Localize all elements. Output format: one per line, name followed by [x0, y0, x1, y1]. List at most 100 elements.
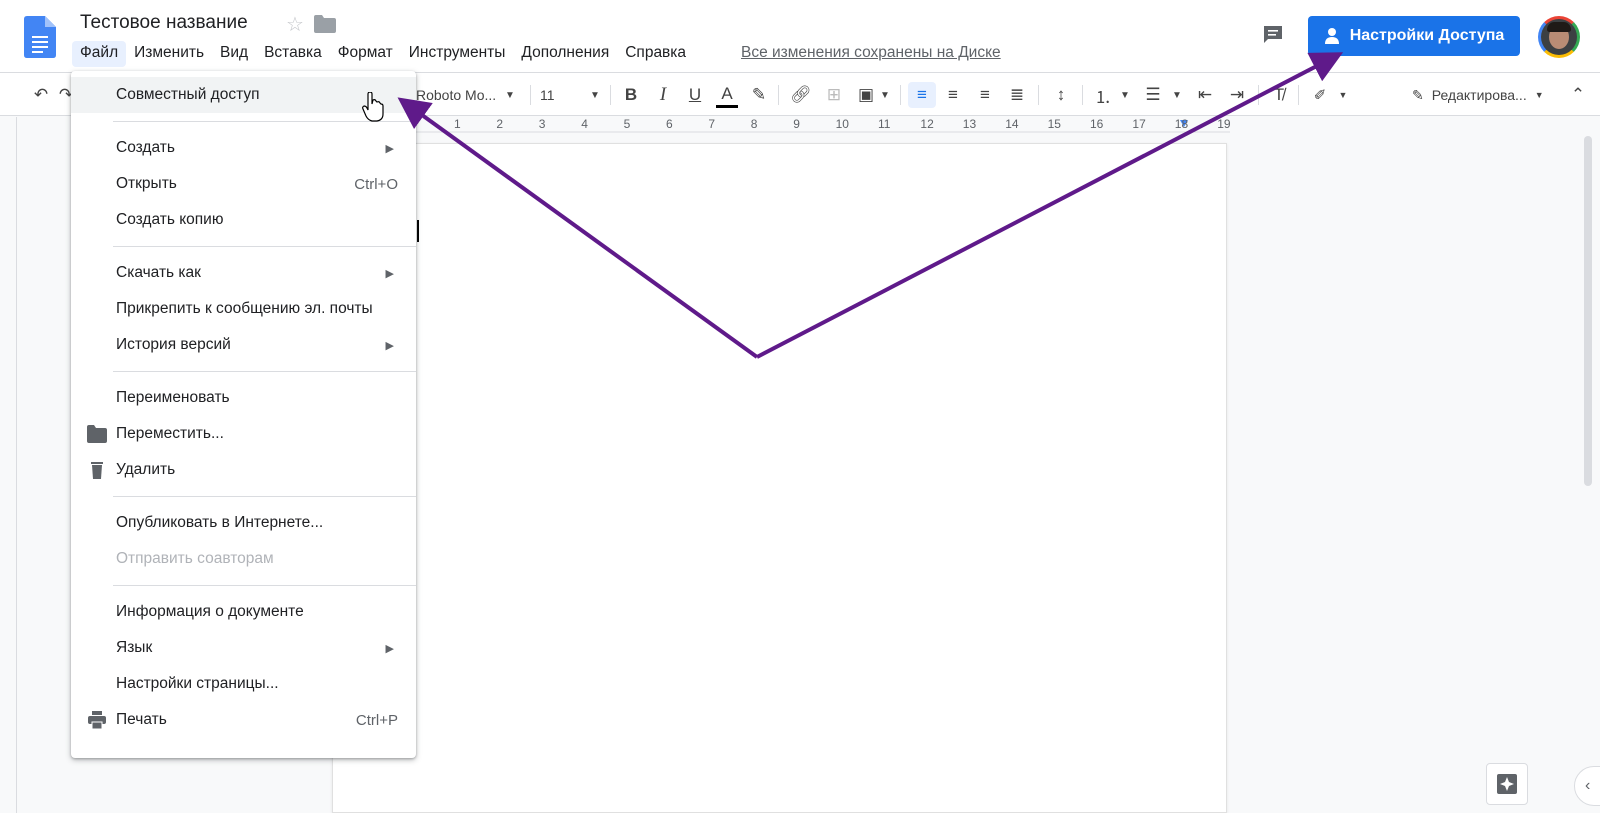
menu-insert[interactable]: Вставка	[256, 41, 330, 67]
menu-item-move[interactable]: Переместить...	[71, 416, 416, 452]
ruler-mark: 1	[454, 117, 461, 131]
line-spacing-icon[interactable]: ↕	[1048, 82, 1074, 108]
vertical-scrollbar[interactable]	[1584, 136, 1592, 486]
menu-item-label: Создать	[116, 139, 175, 156]
bulleted-list-icon[interactable]: ☰	[1140, 82, 1166, 108]
align-center-icon[interactable]: ≡	[940, 82, 966, 108]
insert-image-icon[interactable]: ▣	[854, 82, 878, 108]
numbered-list-icon[interactable]: ⒈	[1090, 82, 1116, 108]
ruler-mark: 17	[1132, 117, 1146, 131]
highlight-pen-icon[interactable]: ✎	[748, 82, 770, 108]
increase-indent-icon[interactable]: ⇥	[1224, 82, 1250, 108]
share-button[interactable]: Настройки Доступа	[1308, 16, 1520, 56]
toolbar-divider	[530, 85, 531, 105]
italic-icon[interactable]: I	[652, 82, 674, 108]
menu-item-create[interactable]: Создать ▶	[71, 130, 416, 166]
menu-divider	[113, 246, 416, 247]
image-chevron-down-icon[interactable]: ▼	[878, 82, 892, 108]
shortcut-hint: Ctrl+P	[355, 711, 398, 729]
star-icon[interactable]: ☆	[286, 12, 304, 37]
menu-item-email-attach[interactable]: Прикрепить к сообщению эл. почты	[71, 291, 416, 327]
font-size-select[interactable]: 11	[540, 82, 570, 108]
pen-icon[interactable]: ✐	[1308, 82, 1332, 108]
menu-item-label: Отправить соавторам	[116, 550, 274, 567]
pen-chevron-down-icon[interactable]: ▼	[1336, 82, 1350, 108]
menu-item-label: Информация о документе	[116, 603, 304, 620]
side-panel-toggle-chevron-icon[interactable]: ‹	[1574, 766, 1600, 806]
text-color-icon[interactable]: A	[716, 82, 738, 108]
font-family-select[interactable]: Roboto Mo...	[416, 82, 512, 108]
menu-item-print[interactable]: Печать Ctrl+P	[71, 702, 416, 738]
ruler-mark: 14	[1005, 117, 1019, 131]
toolbar-divider	[1298, 85, 1299, 105]
bulleted-list-chevron-down-icon[interactable]: ▼	[1170, 82, 1184, 108]
size-chevron-down-icon[interactable]: ▼	[588, 82, 602, 108]
editing-pencil-icon: ✎	[1412, 86, 1424, 103]
menu-view[interactable]: Вид	[212, 41, 256, 67]
align-left-icon[interactable]: ≡	[908, 82, 936, 108]
clear-formatting-icon[interactable]: T̸	[1266, 82, 1292, 108]
menu-item-version-history[interactable]: История версий ▶	[71, 327, 416, 363]
menu-addons[interactable]: Дополнения	[513, 41, 617, 67]
menu-item-label: Скачать как	[116, 264, 201, 281]
saved-status-link[interactable]: Все изменения сохранены на Диске	[741, 44, 1001, 62]
folder-icon[interactable]	[314, 15, 336, 33]
menu-item-label: Открыть	[116, 175, 177, 192]
menu-item-label: Создать копию	[116, 211, 224, 228]
menu-item-open[interactable]: Открыть Ctrl+O	[71, 166, 416, 202]
collapse-menus-chevron-up-icon[interactable]: ⌃	[1566, 82, 1590, 108]
shortcut-hint: Ctrl+O	[354, 175, 398, 193]
menu-item-publish[interactable]: Опубликовать в Интернете...	[71, 505, 416, 541]
share-button-label: Настройки Доступа	[1349, 27, 1505, 44]
menu-item-download[interactable]: Скачать как ▶	[71, 255, 416, 291]
menu-item-label: История версий	[116, 336, 231, 353]
decrease-indent-icon[interactable]: ⇤	[1192, 82, 1218, 108]
menu-item-label: Опубликовать в Интернете...	[116, 514, 324, 531]
text-cursor	[417, 220, 419, 242]
align-justify-icon[interactable]: ≣	[1004, 82, 1030, 108]
menu-item-rename[interactable]: Переименовать	[71, 380, 416, 416]
toolbar-divider	[1038, 85, 1039, 105]
toolbar-divider	[1258, 85, 1259, 105]
ruler-mark: 9	[793, 117, 800, 131]
editing-mode-select[interactable]: ✎ Редактирова... ▼	[1412, 82, 1544, 108]
document-page[interactable]	[332, 143, 1227, 813]
ruler-mark: 15	[1047, 117, 1061, 131]
menu-item-label: Удалить	[116, 461, 176, 478]
explore-button[interactable]	[1486, 763, 1528, 805]
submenu-arrow-icon: ▶	[385, 142, 394, 155]
account-avatar[interactable]	[1538, 16, 1580, 58]
menu-item-language[interactable]: Язык ▶	[71, 630, 416, 666]
menu-item-make-copy[interactable]: Создать копию	[71, 202, 416, 238]
numbered-list-chevron-down-icon[interactable]: ▼	[1118, 82, 1132, 108]
menu-divider	[113, 371, 416, 372]
bold-icon[interactable]: B	[620, 82, 642, 108]
align-right-icon[interactable]: ≡	[972, 82, 998, 108]
share-people-icon	[1324, 28, 1339, 44]
comment-icon[interactable]	[1262, 24, 1284, 46]
ruler-mark: 8	[750, 117, 758, 131]
menu-tools[interactable]: Инструменты	[401, 41, 514, 67]
explore-star-icon	[1497, 774, 1517, 794]
menu-item-page-setup[interactable]: Настройки страницы...	[71, 666, 416, 702]
document-title[interactable]: Тестовое название	[80, 12, 248, 34]
add-comment-icon[interactable]: ⊞	[822, 82, 846, 108]
menu-divider	[113, 496, 416, 497]
menu-item-document-details[interactable]: Информация о документе	[71, 594, 416, 630]
menu-item-label: Переместить...	[116, 425, 224, 442]
menu-file[interactable]: Файл	[72, 41, 127, 67]
link-icon[interactable]: 🔗︎	[788, 82, 814, 108]
ruler-mark: 13	[962, 117, 977, 131]
undo-icon[interactable]: ↶	[28, 82, 54, 108]
menu-item-delete[interactable]: Удалить	[71, 452, 416, 488]
menu-help[interactable]: Справка	[617, 41, 694, 67]
menu-format[interactable]: Формат	[330, 41, 401, 67]
menu-item-label: Совместный доступ	[116, 86, 260, 103]
underline-icon[interactable]: U	[684, 82, 706, 108]
font-chevron-down-icon[interactable]: ▼	[502, 82, 518, 108]
toolbar-divider	[1082, 85, 1083, 105]
trash-icon	[91, 462, 103, 479]
menu-item-label: Печать	[116, 711, 167, 728]
docs-logo-icon[interactable]	[24, 16, 56, 58]
menu-edit[interactable]: Изменить	[126, 41, 212, 67]
